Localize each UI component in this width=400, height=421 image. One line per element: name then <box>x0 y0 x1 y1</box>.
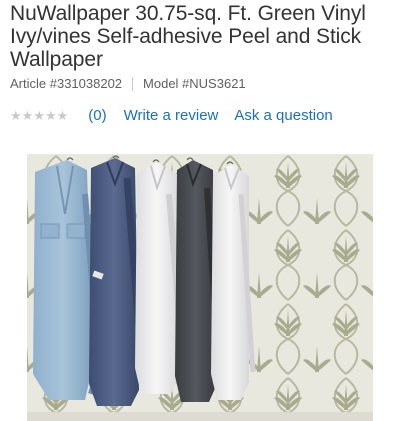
ask-question-link[interactable]: Ask a question <box>234 107 332 124</box>
article-number: Article #331038202 <box>10 76 123 91</box>
review-count-link[interactable]: (0) <box>88 107 106 124</box>
product-meta: Article #331038202 Model #NUS3621 <box>10 76 246 91</box>
star-rating[interactable]: ★ ★ ★ ★ ★ <box>10 109 68 122</box>
star-icon: ★ <box>44 107 57 123</box>
star-icon: ★ <box>33 107 45 123</box>
product-photo-icon <box>27 154 373 421</box>
rating-row: ★ ★ ★ ★ ★ (0) Write a review Ask a quest… <box>10 104 333 126</box>
product-title: NuWallpaper 30.75-sq. Ft. Green Vinyl Iv… <box>10 2 366 71</box>
star-icon: ★ <box>10 107 22 123</box>
write-review-link[interactable]: Write a review <box>124 107 219 124</box>
star-icon: ★ <box>56 107 69 123</box>
product-photo[interactable] <box>27 154 373 421</box>
model-number: Model #NUS3621 <box>143 76 246 91</box>
product-page: NuWallpaper 30.75-sq. Ft. Green Vinyl Iv… <box>0 0 400 421</box>
meta-divider <box>132 76 134 91</box>
star-icon: ★ <box>21 107 34 123</box>
